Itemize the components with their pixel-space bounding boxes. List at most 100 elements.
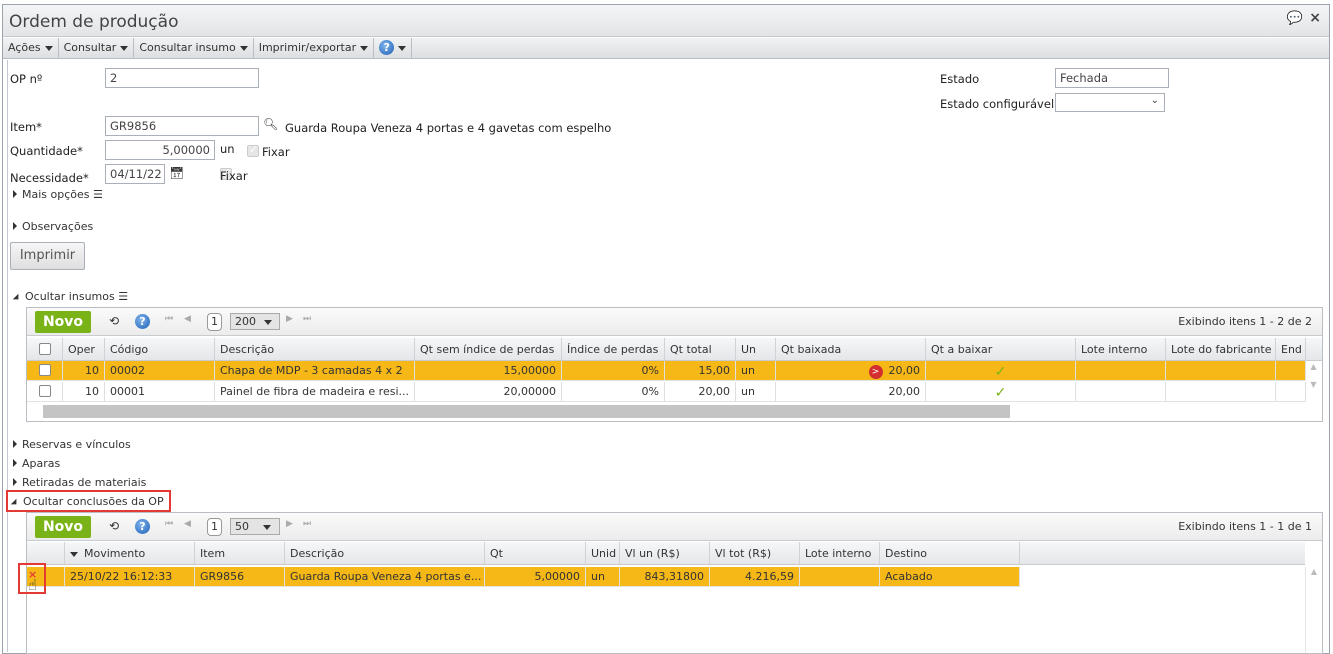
item-input[interactable]: GR9856 [105,116,259,136]
page-input[interactable]: 1 [207,313,222,331]
item-label: Item* [10,120,42,134]
column-header[interactable]: Descrição [285,542,485,564]
table-cell: 00001 [105,382,215,401]
column-header[interactable]: Qt a baixar [926,338,1076,360]
refresh-icon[interactable]: ⟲ [109,314,119,328]
table-cell: 843,31800 [620,567,710,586]
column-header[interactable]: Vl un (R$) [620,542,710,564]
table-cell [800,567,880,586]
column-header[interactable]: Qt sem índice de perdas [415,338,562,360]
column-header[interactable]: Índice de perdas [562,338,665,360]
quantidade-input[interactable]: 5,00000 [105,140,215,160]
vertical-scrollbar[interactable]: ▲ [1305,567,1322,653]
necessidade-input[interactable]: 04/11/22 [105,164,165,184]
help-icon[interactable]: ? [135,519,150,534]
column-header[interactable]: Qt baixada [776,338,926,360]
first-page-icon[interactable]: ⏮ [165,519,173,529]
page-input[interactable]: 1 [207,518,222,536]
novo-button[interactable]: Novo [35,516,91,538]
horizontal-scrollbar[interactable] [43,405,1010,418]
menu-consultar[interactable]: Consultar [59,38,135,58]
row-checkbox[interactable] [39,385,51,397]
help-icon: ? [379,40,395,55]
column-header[interactable] [27,338,63,360]
column-header[interactable]: Lote interno [1076,338,1166,360]
estado-configuravel-select[interactable]: ⌄ [1055,93,1165,112]
table-cell: Acabado [880,567,1020,586]
chat-icon[interactable]: 💬 [1287,11,1303,26]
novo-button[interactable]: Novo [35,311,91,333]
prev-page-icon[interactable]: ◀ [184,519,191,529]
imprimir-button[interactable]: Imprimir [10,242,85,270]
table-cell: un [586,567,620,586]
column-header[interactable]: Lote do fabricante [1166,338,1276,360]
table-row[interactable]: 25/10/22 16:12:33 GR9856 Guarda Roupa Vene… [27,567,1020,587]
column-header[interactable]: Unid [586,542,620,564]
op-input[interactable]: 2 [105,68,259,88]
row-checkbox[interactable] [39,364,51,376]
ocultar-insumos-toggle[interactable]: Ocultar insumos ☰ [12,290,128,303]
column-header[interactable]: End [1276,338,1306,360]
help-icon[interactable]: ? [135,314,150,329]
calendar-icon[interactable]: 📅︎ [169,166,184,180]
table-cell [1076,382,1166,401]
fixar-qty-checkbox[interactable] [247,143,259,157]
column-header[interactable]: Oper [63,338,105,360]
menu-acoes[interactable]: Ações [3,38,59,58]
column-header[interactable]: Movimento [65,542,195,564]
next-page-icon[interactable]: ▶ [286,314,293,324]
table-cell [1076,361,1166,380]
column-header[interactable]: Qt total [665,338,736,360]
refresh-icon[interactable]: ⟲ [109,519,119,533]
column-header[interactable]: Vl tot (R$) [710,542,800,564]
table-row[interactable]: 10 00002 Chapa de MDP - 3 camadas 4 x 2 15,… [27,361,1306,381]
close-icon[interactable]: × [1309,10,1321,26]
observacoes-toggle[interactable]: Observações [13,220,93,233]
toggle-label: Ocultar conclusões da OP [23,495,164,508]
alert-icon[interactable]: > [868,365,883,379]
last-page-icon[interactable]: ⏭ [303,519,311,529]
section-aparas[interactable]: Aparas [13,457,60,470]
cursor-hand-icon: ☝ [28,576,38,594]
table-cell: Chapa de MDP - 3 camadas 4 x 2 [215,361,415,380]
table-cell: 20,00 [776,382,926,401]
paging-info: Exibindo itens 1 - 2 de 2 [1178,315,1312,328]
last-page-icon[interactable]: ⏭ [303,314,311,324]
column-header[interactable]: Destino [880,542,1020,564]
paging-info: Exibindo itens 1 - 1 de 1 [1178,520,1312,533]
help-menu[interactable]: ? [374,38,413,58]
menu-imprimir-exportar[interactable]: Imprimir/exportar [254,38,375,58]
table-cell: 00002 [105,361,215,380]
conclusoes-grid: Novo ⟲ ? ⏮ ◀ 1 50 ▶ ⏭ Exibindo itens 1 -… [26,512,1323,654]
column-header[interactable]: Lote interno [800,542,880,564]
estado-input[interactable]: Fechada [1055,68,1169,88]
section-retiradas[interactable]: Retiradas de materiais [13,476,146,489]
column-header[interactable]: Descrição [215,338,415,360]
column-header[interactable]: Qt [485,542,586,564]
page-size-select[interactable]: 50 [230,518,280,535]
search-icon[interactable]: 🔍︎ [263,117,278,131]
mais-opcoes-toggle[interactable]: Mais opções ☰ [13,188,103,201]
menu-label: Consultar [63,41,117,54]
table-row[interactable]: 10 00001 Painel de fibra de madeira e resi… [27,382,1306,402]
toggle-label: Observações [22,220,94,233]
ocultar-conclusoes-toggle[interactable]: Ocultar conclusões da OP [6,490,171,512]
page-size-select[interactable]: 200 [230,313,280,330]
estado-configuravel-label: Estado configurável [940,97,1055,111]
next-page-icon[interactable]: ▶ [286,519,293,529]
fixar-label: Fixar [220,169,248,183]
table-cell: 10 [63,361,105,380]
column-header[interactable]: Un [736,338,776,360]
toggle-label: Retiradas de materiais [22,476,147,489]
column-header[interactable] [27,542,65,564]
menu-consultar-insumo[interactable]: Consultar insumo [134,38,254,58]
table-cell: >20,00 [776,361,926,380]
select-all-checkbox[interactable] [39,343,51,355]
column-header[interactable]: Código [105,338,215,360]
column-header[interactable]: Item [195,542,285,564]
vertical-scrollbar[interactable]: ▲ ▼ [1305,362,1322,402]
prev-page-icon[interactable]: ◀ [184,314,191,324]
sort-desc-icon [70,551,78,557]
first-page-icon[interactable]: ⏮ [165,314,173,324]
section-reservas[interactable]: Reservas e vínculos [13,438,131,451]
